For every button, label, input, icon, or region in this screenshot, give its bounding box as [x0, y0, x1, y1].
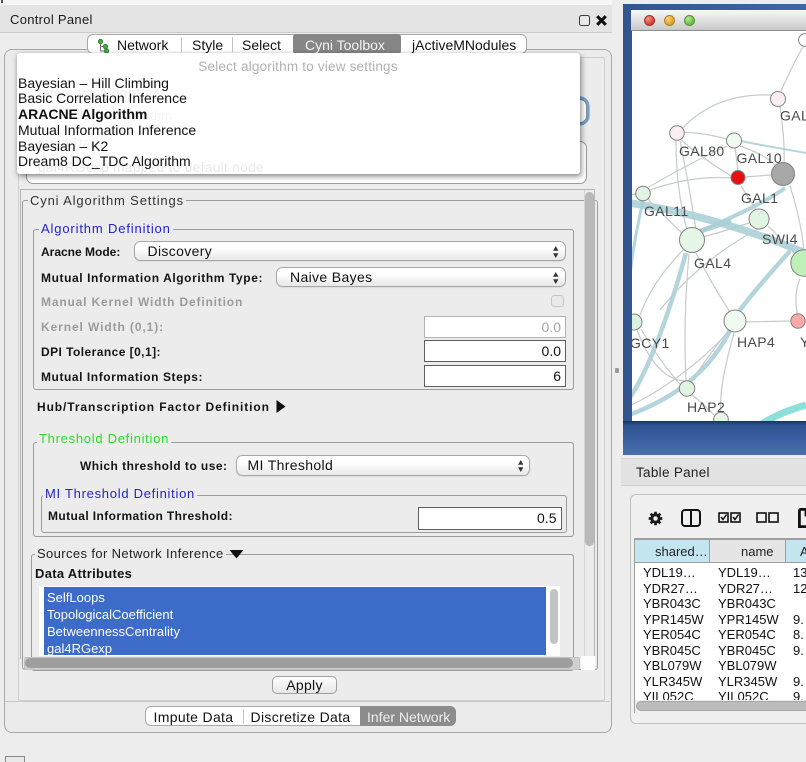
svg-text:GAL80: GAL80 [679, 143, 725, 159]
svg-text:GAL11: GAL11 [644, 203, 689, 219]
svg-text:HAP2: HAP2 [687, 399, 725, 415]
svg-text:SWI4: SWI4 [762, 231, 798, 247]
svg-text:GAL1: GAL1 [741, 190, 778, 206]
svg-text:GAL: GAL [780, 108, 806, 124]
svg-text:HAP4: HAP4 [737, 334, 775, 350]
svg-text:GAL4: GAL4 [694, 255, 731, 271]
svg-text:GAL10: GAL10 [737, 150, 783, 166]
svg-text:Y: Y [800, 334, 806, 350]
svg-text:GCY1: GCY1 [632, 335, 670, 351]
